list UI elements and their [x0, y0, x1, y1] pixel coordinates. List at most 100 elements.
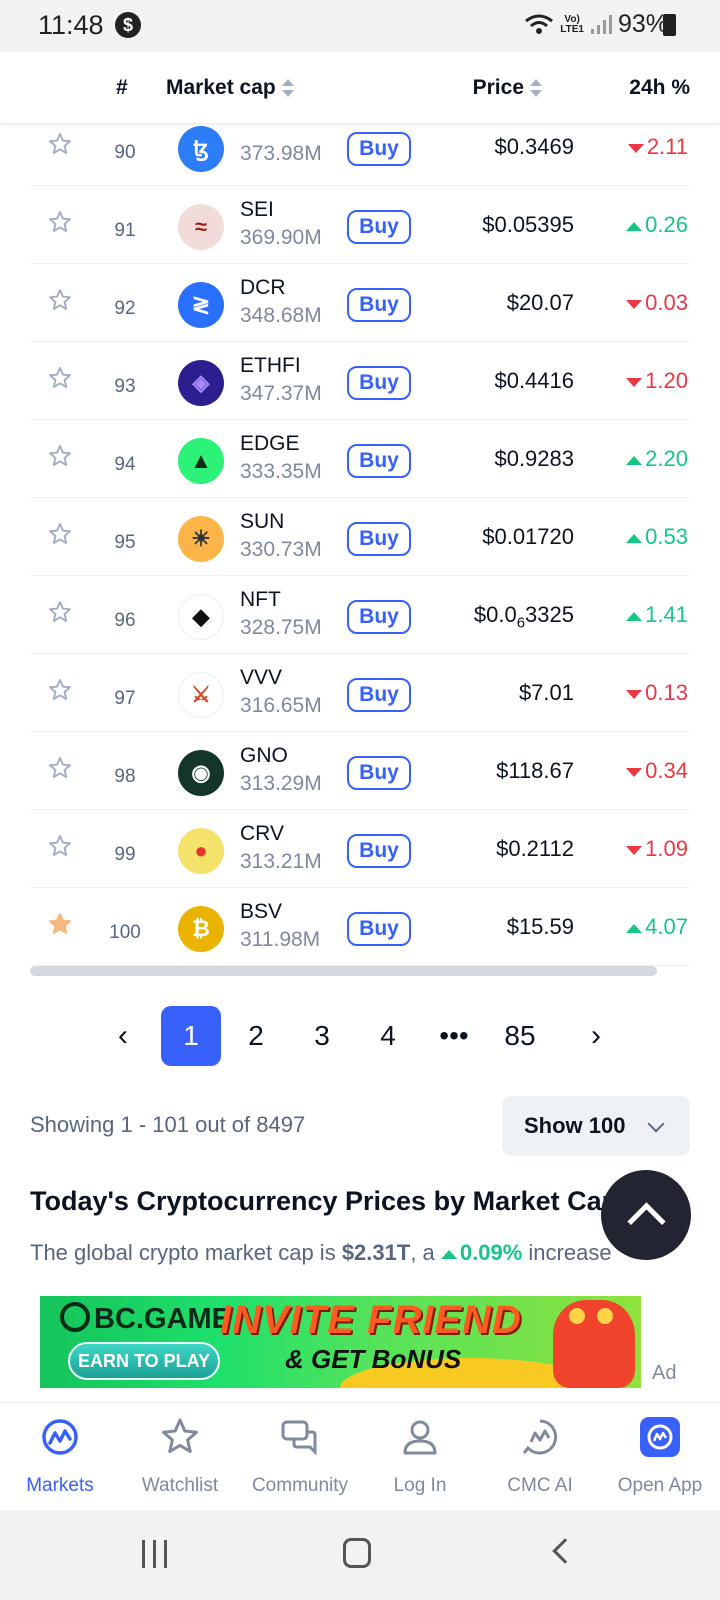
ad-brand-text: BC.GAME [94, 1303, 231, 1335]
table-row[interactable]: 97 ⚔ VVV 316.65M Buy $7.01 0.13 [0, 654, 720, 732]
cmc-ai-icon [522, 1419, 558, 1455]
star-icon[interactable] [48, 678, 72, 702]
buy-button[interactable]: Buy [347, 444, 411, 478]
column-price[interactable]: Price [473, 76, 542, 100]
nav-label: Watchlist [141, 1475, 219, 1496]
network-lte: LTE1 [560, 23, 584, 35]
table-row[interactable]: 95 ☀ SUN 330.73M Buy $0.01720 0.53 [0, 498, 720, 576]
buy-button[interactable]: Buy [347, 522, 411, 556]
column-24h-change[interactable]: 24h % [629, 76, 690, 100]
star-icon [162, 1418, 198, 1453]
coin-market-cap: 333.35M [240, 460, 322, 483]
table-row[interactable]: 98 ◉ GNO 313.29M Buy $118.67 0.34 [0, 732, 720, 810]
table-row[interactable]: 92 ≷ DCR 348.68M Buy $20.07 0.03 [0, 264, 720, 342]
table-row[interactable]: 99 ● CRV 313.21M Buy $0.2112 1.09 [0, 810, 720, 888]
buy-button[interactable]: Buy [347, 288, 411, 322]
column-market-cap[interactable]: Market cap [166, 76, 294, 100]
sort-icon [530, 78, 542, 98]
pagination-prev-icon[interactable]: ‹ [93, 1006, 153, 1066]
nav-item-cmc-ai[interactable]: CMC AI [480, 1403, 600, 1511]
star-icon[interactable] [48, 366, 72, 390]
nav-label: CMC AI [507, 1475, 573, 1496]
star-icon[interactable] [48, 210, 72, 234]
pagination-page[interactable]: 3 [292, 1006, 352, 1066]
coin-table: 90ꜩXTZ373.98MBuy$0.34692.1191≈SEI369.90M… [0, 106, 720, 966]
coin-symbol[interactable]: SUN [240, 510, 284, 534]
coin-symbol[interactable]: DCR [240, 276, 286, 300]
star-filled-icon[interactable] [48, 912, 72, 936]
table-row[interactable]: 100 ₿ BSV 311.98M Buy $15.59 4.07 [0, 888, 720, 966]
battery-icon [663, 14, 676, 36]
buy-button[interactable]: Buy [347, 678, 411, 712]
star-icon[interactable] [48, 132, 72, 156]
buy-button[interactable]: Buy [347, 132, 411, 166]
down-triangle-icon [627, 143, 644, 153]
nav-item-watchlist[interactable]: Watchlist [120, 1403, 240, 1511]
chevron-down-icon [647, 1115, 665, 1133]
coin-symbol[interactable]: EDGE [240, 432, 300, 456]
table-row[interactable]: 96 ◆ NFT 328.75M Buy $0.063325 1.41 [0, 576, 720, 654]
nav-item-community[interactable]: Community [240, 1403, 360, 1511]
star-icon[interactable] [48, 600, 72, 624]
up-triangle-icon [626, 611, 643, 621]
status-time: 11:48 [38, 10, 104, 40]
star-icon[interactable] [48, 288, 72, 312]
nav-label: Markets [26, 1475, 94, 1496]
coin-symbol[interactable]: GNO [240, 744, 288, 768]
coin-symbol[interactable]: SEI [240, 198, 274, 222]
nav-item-log-in[interactable]: Log In [360, 1403, 480, 1511]
nav-item-open-app[interactable]: Open App [600, 1403, 720, 1511]
pagination-page[interactable]: 1 [161, 1006, 221, 1066]
column-rank[interactable]: # [116, 76, 128, 100]
coin-24h-change: 1.20 [626, 368, 688, 394]
table-row[interactable]: 94 ▲ EDGE 333.35M Buy $0.9283 2.20 [0, 420, 720, 498]
coin-logo-icon: ◆ [178, 594, 224, 640]
home-icon[interactable] [343, 1538, 371, 1568]
buy-button[interactable]: Buy [347, 366, 411, 400]
wifi-icon [525, 14, 554, 34]
star-icon[interactable] [48, 444, 72, 468]
coin-symbol[interactable]: CRV [240, 822, 284, 846]
change-value: 0.03 [645, 290, 688, 315]
ad-banner[interactable]: BC.GAME EARN TO PLAY INVITE FRIEND & GET… [40, 1296, 641, 1388]
buy-button[interactable]: Buy [347, 834, 411, 868]
star-icon[interactable] [48, 834, 72, 858]
scroll-to-top-button[interactable] [601, 1170, 691, 1260]
buy-button[interactable]: Buy [347, 912, 411, 946]
pagination-page[interactable]: 85 [490, 1006, 550, 1066]
coin-24h-change: 0.53 [626, 524, 688, 550]
buy-button[interactable]: Buy [347, 210, 411, 244]
pagination-next-icon[interactable]: › [566, 1006, 626, 1066]
up-triangle-icon [440, 1249, 457, 1259]
pagination-page[interactable]: 4 [358, 1006, 418, 1066]
pagination-page[interactable]: 2 [226, 1006, 286, 1066]
rows-per-page-select[interactable]: Show 100 [502, 1096, 690, 1156]
up-triangle-icon [626, 455, 643, 465]
table-row[interactable]: 93 ◈ ETHFI 347.37M Buy $0.4416 1.20 [0, 342, 720, 420]
coin-market-cap: 313.29M [240, 772, 322, 795]
coin-symbol[interactable]: BSV [240, 900, 282, 924]
star-icon[interactable] [48, 756, 72, 780]
coin-24h-change: 2.11 [627, 134, 688, 160]
change-value: 2.11 [646, 134, 688, 159]
coin-price: $20.07 [506, 290, 574, 315]
pagination: ‹ 1 2 3 4 ••• 85 › [0, 1006, 720, 1066]
coin-price: $15.59 [506, 914, 574, 939]
recents-icon[interactable] [142, 1540, 170, 1568]
star-icon[interactable] [48, 522, 72, 546]
ad-earn-button[interactable]: EARN TO PLAY [68, 1342, 220, 1380]
table-row[interactable]: 91 ≈ SEI 369.90M Buy $0.05395 0.26 [0, 186, 720, 264]
coin-symbol[interactable]: ETHFI [240, 354, 301, 378]
down-triangle-icon [626, 377, 643, 387]
buy-button[interactable]: Buy [347, 756, 411, 790]
horizontal-scrollbar[interactable] [30, 966, 657, 976]
nav-item-markets[interactable]: Markets [0, 1403, 120, 1511]
coin-24h-change: 1.09 [626, 836, 688, 862]
coin-symbol[interactable]: VVV [240, 666, 282, 690]
coin-symbol[interactable]: NFT [240, 588, 281, 612]
buy-button[interactable]: Buy [347, 600, 411, 634]
dragon-mascot-icon [553, 1300, 635, 1388]
back-icon[interactable] [552, 1538, 578, 1564]
coin-price: $0.9283 [494, 446, 574, 471]
table-header: # Market cap Price 24h % [0, 52, 720, 124]
